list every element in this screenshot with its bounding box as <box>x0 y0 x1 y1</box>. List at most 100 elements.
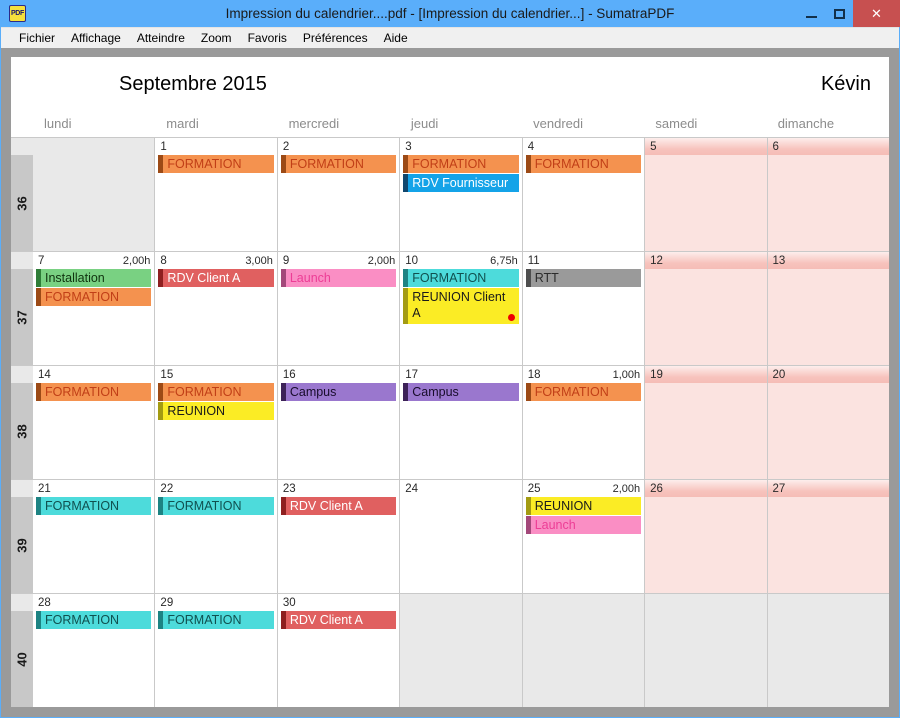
calendar-event[interactable]: FORMATION <box>525 383 642 401</box>
calendar-event[interactable]: REUNION Client A <box>403 288 519 324</box>
day-cell[interactable]: 21 FORMATION <box>33 480 155 593</box>
day-cell[interactable]: 22 FORMATION <box>154 480 277 593</box>
maximize-button[interactable] <box>825 0 853 27</box>
day-cell[interactable]: 16 Campus <box>276 366 400 479</box>
day-events-list: FORMATION RDV Fournisseur <box>400 155 521 251</box>
week-number-spacer <box>11 138 33 155</box>
calendar-event[interactable]: RDV Fournisseur <box>403 174 519 192</box>
day-cell[interactable]: 11 RTT <box>521 252 645 365</box>
day-cell[interactable]: 12 <box>644 252 767 365</box>
day-name-mardi: mardi <box>166 116 199 131</box>
day-cell[interactable]: 13 <box>766 252 889 365</box>
day-events-list: Campus <box>278 383 399 479</box>
menu-item-fichier[interactable]: Fichier <box>11 30 63 46</box>
calendar-event[interactable]: FORMATION <box>403 269 519 287</box>
day-cell[interactable]: 28 FORMATION <box>33 594 155 707</box>
minimize-button[interactable] <box>797 0 825 27</box>
calendar-event[interactable]: FORMATION <box>158 155 274 173</box>
calendar-event[interactable]: RTT <box>525 269 642 287</box>
calendar-event[interactable]: FORMATION <box>525 155 642 173</box>
day-events-list: REUNION Launch <box>523 497 644 593</box>
day-cell[interactable]: 1 FORMATION <box>154 138 277 251</box>
calendar-event[interactable]: RDV Client A <box>158 269 274 287</box>
day-cell[interactable]: 26 <box>644 480 767 593</box>
day-number: 11 <box>527 254 540 267</box>
calendar-event[interactable]: REUNION <box>158 402 274 420</box>
day-cell[interactable]: 29 FORMATION <box>154 594 277 707</box>
day-cell[interactable]: 20 <box>766 366 889 479</box>
week-number-column: 39 <box>11 480 33 593</box>
event-label: Launch <box>534 518 576 532</box>
day-events-list <box>645 155 766 251</box>
menu-item-atteindre[interactable]: Atteindre <box>129 30 193 46</box>
day-number: 3 <box>405 140 412 153</box>
day-cell[interactable]: 14 FORMATION <box>33 366 155 479</box>
calendar-event[interactable]: REUNION <box>525 497 642 515</box>
calendar-week-row: 3 6 1 FORMATION 2 FORMATION 3 FORMATION RDV Four… <box>11 138 889 252</box>
day-name-jeudi: jeudi <box>410 116 439 131</box>
calendar-event[interactable]: FORMATION <box>158 611 274 629</box>
menu-item-prfrences[interactable]: Préférences <box>295 30 376 46</box>
day-cell[interactable]: 4 FORMATION <box>521 138 645 251</box>
day-cell[interactable]: 9 2,00h Launch <box>276 252 400 365</box>
day-cell[interactable]: 25 2,00h REUNION Launch <box>521 480 645 593</box>
day-header: 19 <box>645 366 767 383</box>
day-header: 30 <box>278 594 399 611</box>
calendar-event[interactable]: FORMATION <box>158 383 274 401</box>
day-name-mercredi: mercredi <box>288 116 340 131</box>
calendar-event[interactable]: Launch <box>525 516 642 534</box>
minimize-icon <box>805 15 817 18</box>
calendar-event[interactable]: FORMATION <box>36 497 152 515</box>
event-label: FORMATION <box>45 499 120 513</box>
calendar-header: Septembre 2015 Kévin <box>11 57 889 110</box>
calendar-event[interactable]: FORMATION <box>36 288 152 306</box>
week-number-block: 40 <box>11 611 33 707</box>
day-events-list: FORMATION REUNION <box>155 383 276 479</box>
week-number-label: 39 <box>14 537 30 553</box>
day-events-list: RTT <box>523 269 644 365</box>
day-number: 28 <box>38 596 51 609</box>
event-label: FORMATION <box>167 157 242 171</box>
day-cell[interactable]: 27 <box>766 480 889 593</box>
day-cell[interactable]: 7 2,00h Installation FORMATION <box>33 252 155 365</box>
day-number: 18 <box>527 368 541 381</box>
calendar-event[interactable]: Campus <box>403 383 519 401</box>
menu-item-favoris[interactable]: Favoris <box>240 30 295 46</box>
calendar-event[interactable]: Installation <box>36 269 152 287</box>
calendar-event[interactable]: FORMATION <box>280 155 397 173</box>
day-cell[interactable]: 18 1,00h FORMATION <box>521 366 645 479</box>
day-cell[interactable]: 2 FORMATION <box>276 138 400 251</box>
pdf-viewer-area[interactable]: Septembre 2015 Kévin lundi mardi mercredi j… <box>1 48 899 717</box>
day-cell[interactable]: 24 <box>399 480 522 593</box>
day-number: 30 <box>282 596 296 609</box>
day-cell[interactable]: 5 <box>644 138 767 251</box>
day-cell[interactable]: 30 RDV Client A <box>276 594 400 707</box>
day-cell[interactable]: 8 3,00h RDV Client A <box>154 252 277 365</box>
day-hours-total: 1,00h <box>612 368 641 381</box>
day-cell[interactable]: 10 6,75h FORMATION REUNION Client A <box>399 252 522 365</box>
menu-item-affichage[interactable]: Affichage <box>63 30 129 46</box>
calendar-event[interactable]: FORMATION <box>158 497 274 515</box>
day-cell[interactable]: 15 FORMATION REUNION <box>154 366 277 479</box>
day-cell[interactable]: 23 RDV Client A <box>276 480 400 593</box>
calendar-event[interactable]: RDV Client A <box>280 611 397 629</box>
calendar-event[interactable]: FORMATION <box>403 155 519 173</box>
day-events-list: FORMATION <box>33 611 154 707</box>
week-number-column: 38 <box>11 366 33 479</box>
calendar-event[interactable]: FORMATION <box>36 611 152 629</box>
calendar-event[interactable]: FORMATION <box>36 383 152 401</box>
day-cell[interactable]: 17 Campus <box>399 366 522 479</box>
calendar-event[interactable]: Campus <box>280 383 397 401</box>
day-cell[interactable]: 3 FORMATION RDV Fournisseur <box>399 138 522 251</box>
calendar-event[interactable]: RDV Client A <box>280 497 397 515</box>
menu-item-aide[interactable]: Aide <box>376 30 416 46</box>
close-button[interactable]: ✕ <box>853 0 900 27</box>
day-header: 11 <box>523 252 644 269</box>
day-cell[interactable]: 19 <box>644 366 767 479</box>
title-bar[interactable]: PDF Impression du calendrier....pdf - [I… <box>0 0 900 27</box>
day-number: 12 <box>650 254 663 267</box>
menu-item-zoom[interactable]: Zoom <box>193 30 240 46</box>
day-header: 3 <box>400 138 521 155</box>
calendar-event[interactable]: Launch <box>280 269 397 287</box>
day-cell[interactable]: 6 <box>766 138 889 251</box>
